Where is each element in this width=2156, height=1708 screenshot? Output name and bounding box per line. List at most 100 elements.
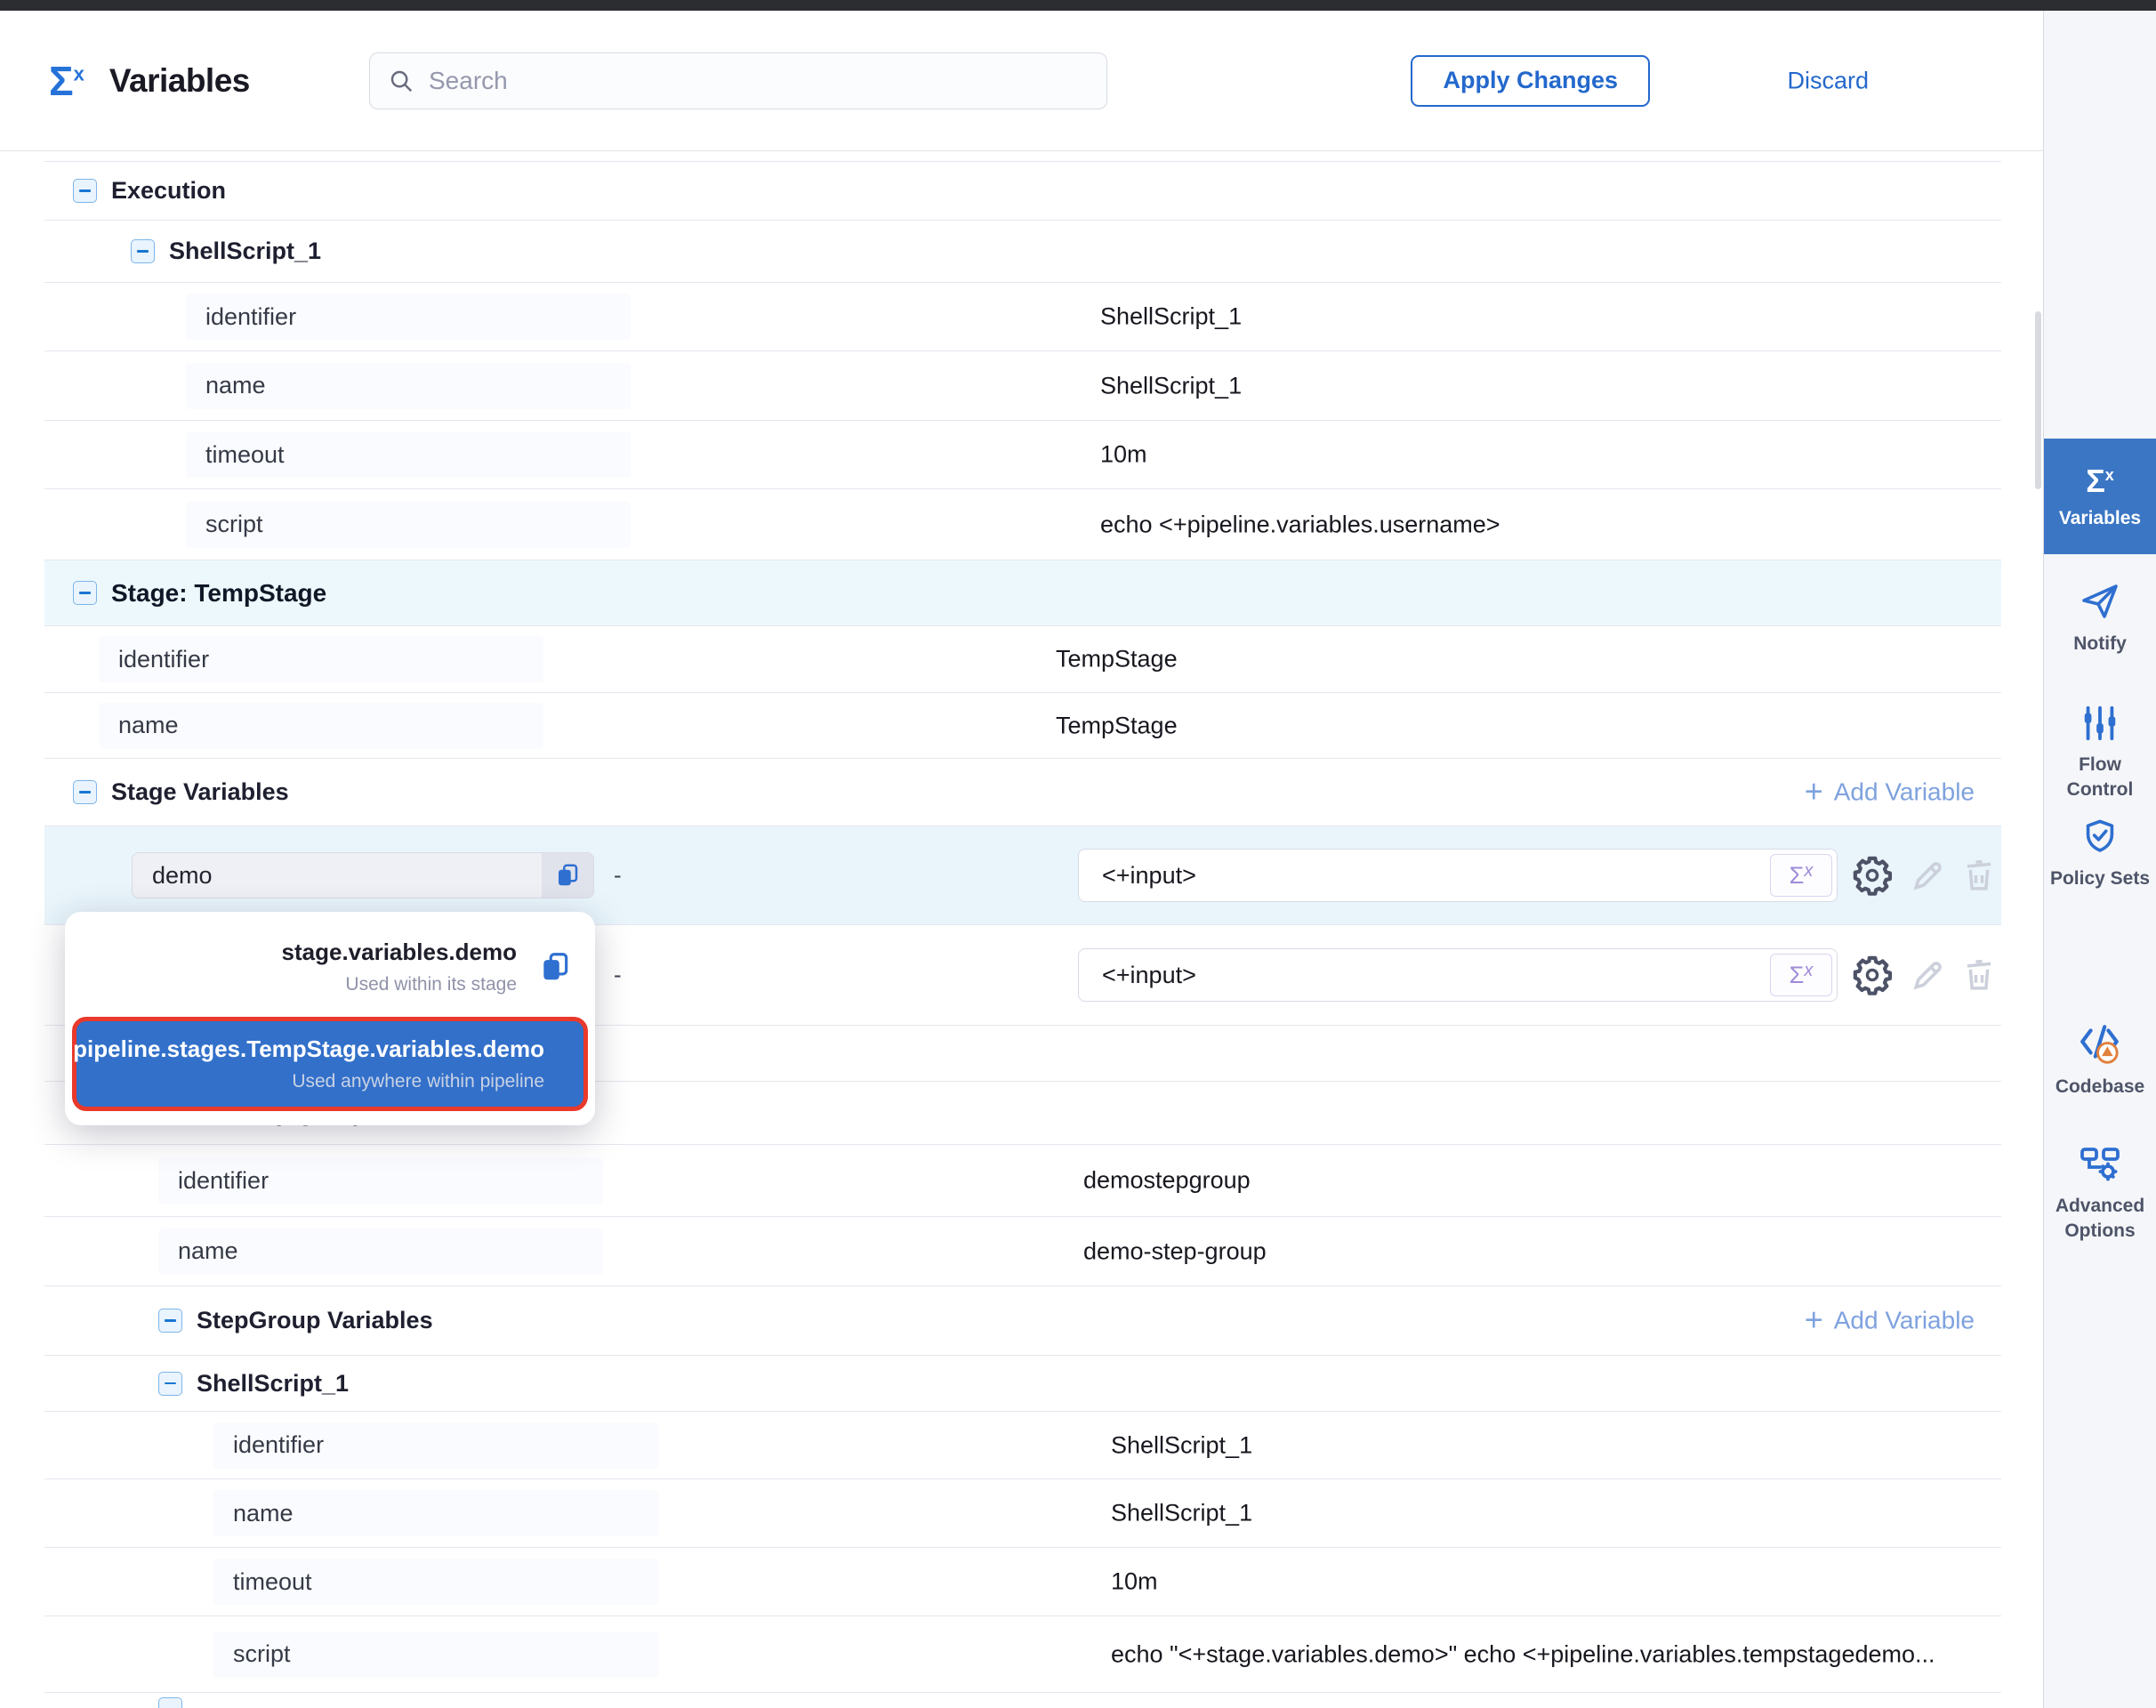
path-text: pipeline.stages.TempStage.variables.demo (73, 1035, 544, 1063)
field-value: TempStage (1056, 712, 1178, 739)
policy-shield-check-icon (2080, 817, 2120, 858)
add-variable-button[interactable]: + Add Variable (1805, 1306, 1975, 1335)
field-label-box: identifier (213, 1422, 658, 1469)
field-row: name TempStage (44, 693, 2001, 759)
field-value: ShellScript_1 (1111, 1500, 1252, 1527)
expression-type-button[interactable]: Σx (1770, 854, 1832, 897)
toolbar-item-notify[interactable]: Notify (2044, 580, 2156, 657)
scope-text: Used anywhere within pipeline (73, 1071, 544, 1092)
path-option-pipeline-scope[interactable]: pipeline.stages.TempStage.variables.demo… (72, 1017, 588, 1111)
toolbar-item-policy-sets[interactable]: Policy Sets (2044, 817, 2156, 891)
path-option-stage-scope[interactable]: stage.variables.demo Used within its sta… (65, 921, 595, 1013)
flow-control-sliders-icon (2080, 703, 2120, 744)
right-toolbar: Σx Variables Notify Flow Control Policy … (2043, 11, 2156, 1708)
section-row-execution: Execution (44, 162, 2001, 221)
settings-gear-icon[interactable] (1852, 955, 1893, 995)
section-row-stepgroup-variables: StepGroup Variables + Add Variable (44, 1286, 2001, 1356)
edit-pencil-icon[interactable] (1909, 856, 1948, 895)
search-icon (388, 68, 414, 94)
field-label-box: identifier (158, 1157, 603, 1204)
field-value: demostepgroup (1083, 1167, 1251, 1195)
section-row-stage-variables: Stage Variables + Add Variable (44, 759, 2001, 826)
field-value: ShellScript_1 (1100, 303, 1242, 331)
field-row: name ShellScript_1 (44, 1479, 2001, 1548)
field-label-box: script (186, 502, 631, 548)
scrollbar-thumb[interactable] (2035, 311, 2041, 489)
toolbar-item-variables[interactable]: Σx Variables (2044, 439, 2156, 554)
copy-button[interactable] (542, 853, 593, 898)
field-value: TempStage (1056, 646, 1178, 673)
field-value: echo <+pipeline.variables.username> (1100, 511, 1500, 538)
field-value: ShellScript_1 (1111, 1431, 1252, 1459)
plus-icon: + (1805, 1303, 1823, 1335)
variable-path-popover: stage.variables.demo Used within its sta… (65, 912, 595, 1125)
variable-row-demo: demo - <+input> Σx (44, 826, 2001, 925)
variable-required-dash: - (614, 962, 622, 989)
toolbar-item-flow-control[interactable]: Flow Control (2044, 703, 2156, 803)
search-input[interactable] (429, 67, 1089, 95)
field-label-box: identifier (186, 294, 631, 340)
field-row: identifier TempStage (44, 626, 2001, 693)
field-label-box: name (158, 1229, 603, 1275)
settings-gear-icon[interactable] (1852, 855, 1893, 896)
add-variable-button[interactable]: + Add Variable (1805, 777, 1975, 807)
variables-sigma-icon: Σx (2086, 465, 2114, 497)
field-label-box: timeout (213, 1559, 658, 1605)
section-label: Stage Variables (111, 778, 289, 806)
field-row: identifier ShellScript_1 (44, 1412, 2001, 1479)
delete-trash-icon[interactable] (1960, 857, 1998, 894)
field-row: timeout 10m (44, 421, 2001, 489)
field-label-box: name (99, 703, 543, 749)
variable-value-input[interactable]: <+input> Σx (1078, 948, 1838, 1002)
codebase-warning-icon (2078, 1021, 2122, 1066)
variable-required-dash: - (614, 862, 622, 890)
delete-trash-icon[interactable] (1960, 956, 1998, 994)
notify-paper-plane-icon (2079, 580, 2121, 623)
collapse-minus-icon[interactable] (131, 239, 155, 263)
stage-title: Stage: TempStage (111, 579, 326, 608)
discard-button[interactable]: Discard (1787, 67, 1869, 94)
copy-icon[interactable] (538, 950, 572, 984)
search-box[interactable] (369, 52, 1107, 109)
variables-panel: Σx Variables Apply Changes Discard Execu… (0, 0, 2156, 1708)
field-label-box: name (186, 363, 631, 409)
field-label-box: name (213, 1490, 658, 1536)
field-label-box: timeout (186, 431, 631, 478)
toolbar-item-advanced-options[interactable]: Advanced Options (2044, 1142, 2156, 1245)
variable-value-input[interactable]: <+input> Σx (1078, 849, 1838, 902)
page-title: Variables (109, 62, 250, 100)
partial-next-row (44, 1693, 2001, 1708)
collapse-minus-icon[interactable] (158, 1697, 182, 1708)
collapse-minus-icon[interactable] (73, 780, 97, 804)
field-row: name ShellScript_1 (44, 351, 2001, 421)
field-row: name demo-step-group (44, 1217, 2001, 1286)
field-label-box: identifier (99, 636, 543, 682)
path-text: stage.variables.demo (282, 939, 517, 966)
collapse-minus-icon[interactable] (73, 581, 97, 605)
apply-changes-button[interactable]: Apply Changes (1411, 55, 1650, 107)
section-label: ShellScript_1 (169, 238, 321, 265)
section-label: ShellScript_1 (197, 1370, 349, 1398)
field-value: 10m (1100, 441, 1147, 469)
field-row: script echo <+pipeline.variables.usernam… (44, 489, 2001, 560)
collapse-minus-icon[interactable] (158, 1372, 182, 1396)
scope-text: Used within its stage (282, 974, 517, 995)
section-row-shellscript-nested: ShellScript_1 (44, 1356, 2001, 1412)
window-top-strip (0, 0, 2156, 11)
field-value: ShellScript_1 (1100, 372, 1242, 399)
field-row: script echo "<+stage.variables.demo>" ec… (44, 1616, 2001, 1693)
section-label: StepGroup Variables (197, 1307, 433, 1334)
edit-pencil-icon[interactable] (1909, 955, 1948, 995)
field-row: identifier demostepgroup (44, 1145, 2001, 1217)
section-label: Execution (111, 177, 226, 205)
stage-header-row: Stage: TempStage (44, 560, 2001, 626)
field-row: identifier ShellScript_1 (44, 283, 2001, 351)
collapse-minus-icon[interactable] (158, 1309, 182, 1333)
toolbar-item-codebase[interactable]: Codebase (2044, 1021, 2156, 1100)
copy-icon (554, 862, 581, 889)
collapse-minus-icon[interactable] (73, 179, 97, 203)
variable-name-input[interactable]: demo (132, 852, 594, 898)
expression-type-button[interactable]: Σx (1770, 954, 1832, 996)
section-row-shellscript: ShellScript_1 (44, 221, 2001, 283)
variables-sigma-icon: Σx (49, 60, 84, 101)
